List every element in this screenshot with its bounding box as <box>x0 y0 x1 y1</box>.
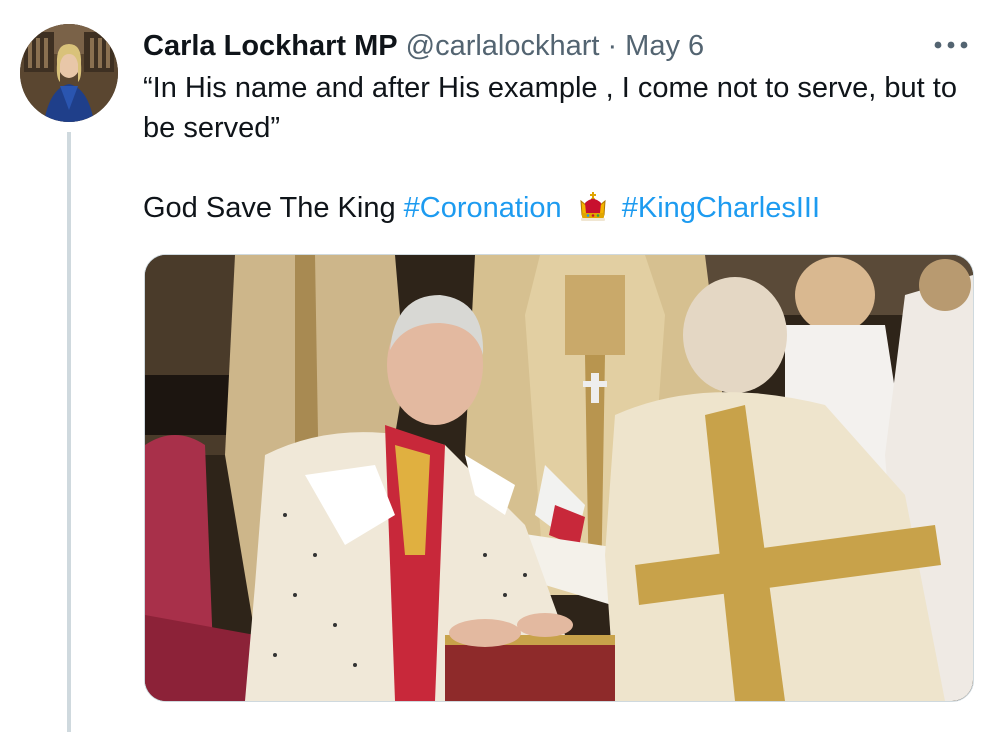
more-dots-icon <box>934 41 968 49</box>
avatar-photo <box>20 24 118 122</box>
tweet-closing-line: God Save The King #Coronation #KingCharl… <box>143 188 983 228</box>
tweet-header: Carla Lockhart MP @carlalockhart · May 6 <box>143 26 704 66</box>
tweet-quote: “In His name and after His example , I c… <box>143 72 957 144</box>
hashtag-kingcharlesiii[interactable]: #KingCharlesIII <box>622 192 820 224</box>
hashtag-coronation[interactable]: #Coronation <box>404 192 562 224</box>
tweet-text: “In His name and after His example , I c… <box>143 68 983 228</box>
closing-text: God Save The King <box>143 192 396 224</box>
tweet-card[interactable]: Carla Lockhart MP @carlalockhart · May 6… <box>0 0 1008 732</box>
coronation-photo <box>145 255 973 701</box>
separator-dot: · <box>607 29 618 62</box>
tweet-date[interactable]: May 6 <box>625 30 704 63</box>
tweet-media-photo[interactable] <box>144 254 974 702</box>
avatar[interactable] <box>20 24 118 122</box>
more-options-button[interactable] <box>928 30 974 60</box>
crown-emoji-icon <box>580 192 606 221</box>
display-name[interactable]: Carla Lockhart MP <box>143 30 398 63</box>
handle[interactable]: @carlalockhart <box>406 30 600 63</box>
thread-line <box>67 132 71 732</box>
